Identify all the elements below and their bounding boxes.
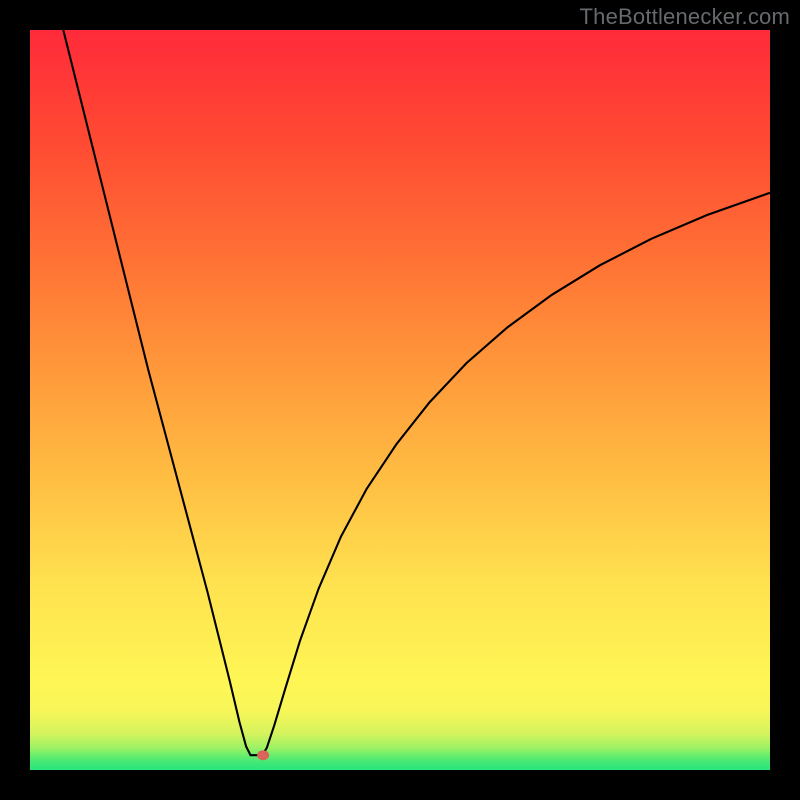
watermark-text: TheBottlenecker.com (580, 4, 790, 30)
chart-background (30, 30, 770, 770)
chart-frame: TheBottlenecker.com (0, 0, 800, 800)
notch-marker (257, 750, 269, 760)
bottleneck-chart (30, 30, 770, 770)
